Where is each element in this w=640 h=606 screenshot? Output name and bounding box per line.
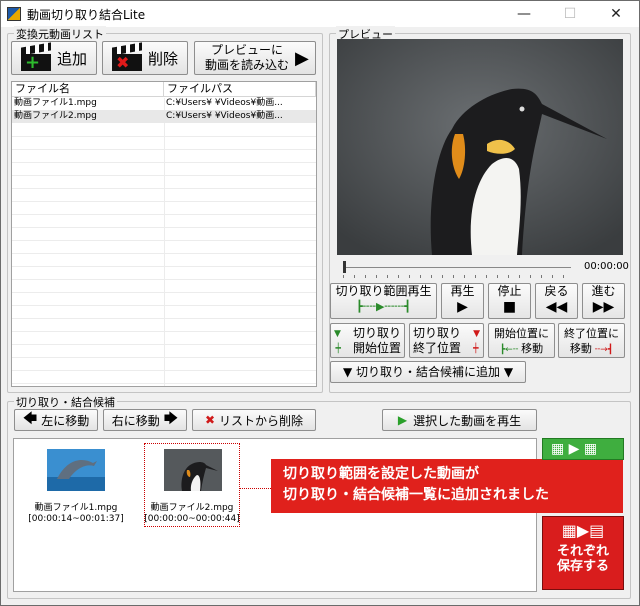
row-filename: 動画ファイル2.mpg bbox=[14, 111, 97, 121]
preview-video-frame bbox=[337, 39, 623, 255]
seek-slider[interactable] bbox=[343, 261, 571, 273]
list-item[interactable]: 動画ファイル2.mpg C:¥Users¥ ¥Videos¥動画... bbox=[12, 110, 316, 123]
stop-icon: ■ bbox=[502, 299, 517, 315]
add-label: 追加 bbox=[56, 49, 87, 68]
add-to-candidates-button[interactable]: ▼ 切り取り・結合候補に追加 ▼ bbox=[330, 361, 526, 383]
seek-thumb[interactable] bbox=[343, 261, 346, 273]
goto-start-icon: ┣←╌ bbox=[499, 345, 522, 355]
save-line2: 保存する bbox=[556, 559, 609, 574]
seek-ticks bbox=[343, 275, 571, 278]
film-icon: ▦ ▶ ▦ bbox=[551, 441, 598, 457]
play-range-label: 切り取り範囲再生 bbox=[335, 284, 432, 298]
delete-button[interactable]: ✖ 削除 bbox=[102, 41, 188, 75]
move-left-button[interactable]: 🡄 左に移動 bbox=[14, 409, 98, 431]
maximize-button[interactable]: ☐ bbox=[547, 1, 593, 27]
list-header: ファイル名 ファイルパス bbox=[12, 82, 316, 97]
row-filename: 動画ファイル1.mpg bbox=[14, 98, 97, 108]
row-filepath: C:¥Users¥ ¥Videos¥動画... bbox=[166, 111, 283, 121]
start-marker-icon: ▼ ┿ bbox=[334, 329, 341, 354]
arrow-left-icon: 🡄 bbox=[22, 411, 38, 427]
play-selected-button[interactable]: ▶ 選択した動画を再生 bbox=[382, 409, 537, 431]
minimize-button[interactable]: — bbox=[501, 1, 547, 27]
column-header-filename[interactable]: ファイル名 bbox=[12, 82, 164, 96]
close-button[interactable]: ✕ bbox=[593, 1, 639, 27]
play-icon: ▶ bbox=[457, 299, 468, 315]
column-header-filepath[interactable]: ファイルパス bbox=[164, 82, 316, 96]
goto-start-button[interactable]: 開始位置に ┣←╌ 移動 bbox=[488, 323, 555, 358]
title-bar: 動画切り取り結合Lite — ☐ ✕ bbox=[1, 1, 639, 27]
app-window: 動画切り取り結合Lite — ☐ ✕ 変換元動画リスト + 追加 ✖ 削除 プレ… bbox=[0, 0, 640, 606]
rewind-icon: ◀◀ bbox=[545, 299, 568, 315]
move-right-button[interactable]: 右に移動 🡆 bbox=[103, 409, 187, 431]
arrow-right-icon: ▶ bbox=[295, 47, 309, 69]
set-start-button[interactable]: ▼ ┿ 切り取り 開始位置 bbox=[330, 323, 405, 358]
save-each-button[interactable]: ▦▶▤ それぞれ 保存する bbox=[542, 516, 624, 590]
arrow-right-icon: 🡆 bbox=[163, 411, 179, 427]
down-arrow-icon: ▼ bbox=[342, 365, 356, 379]
back-button[interactable]: 戻る ◀◀ bbox=[535, 283, 578, 319]
list-item[interactable]: 動画ファイル1.mpg C:¥Users¥ ¥Videos¥動画... bbox=[12, 97, 316, 110]
load-preview-label: プレビューに 動画を読み込む bbox=[204, 43, 289, 72]
load-preview-button[interactable]: プレビューに 動画を読み込む ▶ bbox=[194, 41, 316, 75]
green-play-icon: ▶ bbox=[397, 413, 408, 427]
row-filepath: C:¥Users¥ ¥Videos¥動画... bbox=[166, 98, 283, 108]
clapper-add-icon: + bbox=[20, 42, 51, 72]
end-marker-icon: ▼ ┿ bbox=[473, 329, 480, 354]
candidate-item[interactable]: 動画ファイル2.mpg [00:00:00~00:00:44] bbox=[142, 503, 242, 525]
forward-label: 進む bbox=[591, 284, 616, 298]
candidate-item[interactable]: 動画ファイル1.mpg [00:00:14~00:01:37] bbox=[22, 503, 130, 525]
down-arrow-icon: ▼ bbox=[500, 365, 514, 379]
goto-end-icon: ╌→┫ bbox=[591, 345, 614, 355]
current-time: 00:00:00 bbox=[584, 261, 629, 272]
candidate-thumbnail-penguin[interactable] bbox=[164, 449, 222, 491]
source-file-list[interactable]: ファイル名 ファイルパス 動画ファイル1.mpg C:¥Users¥ ¥Vide… bbox=[11, 81, 317, 387]
fast-forward-icon: ▶▶ bbox=[592, 299, 615, 315]
goto-end-button[interactable]: 終了位置に 移動 ╌→┫ bbox=[558, 323, 625, 358]
film-split-icon: ▦▶▤ bbox=[561, 521, 605, 540]
set-end-button[interactable]: ▼ ┿ 切り取り 終了位置 bbox=[409, 323, 484, 358]
add-button[interactable]: + 追加 bbox=[11, 41, 97, 75]
remove-from-list-button[interactable]: ✖ リストから削除 bbox=[192, 409, 316, 431]
play-label: 再生 bbox=[450, 284, 475, 298]
range-play-icon: ┣╌╌▶╌╌╌┫ bbox=[356, 300, 411, 313]
join-save-button[interactable]: ▦ ▶ ▦ bbox=[542, 438, 624, 460]
forward-button[interactable]: 進む ▶▶ bbox=[582, 283, 625, 319]
source-list-label: 変換元動画リスト bbox=[14, 26, 106, 42]
candidate-thumbnail-dolphin[interactable] bbox=[47, 449, 105, 491]
save-line1: それぞれ bbox=[556, 544, 609, 559]
callout-connector bbox=[239, 488, 271, 489]
remove-x-icon: ✖ bbox=[204, 413, 216, 427]
app-icon bbox=[7, 7, 21, 21]
window-title: 動画切り取り結合Lite bbox=[27, 7, 146, 22]
play-range-button[interactable]: 切り取り範囲再生 ┣╌╌▶╌╌╌┫ bbox=[330, 283, 437, 319]
stop-label: 停止 bbox=[497, 284, 522, 298]
back-label: 戻る bbox=[544, 284, 569, 298]
clapper-delete-icon: ✖ bbox=[111, 42, 142, 71]
notice-callout: 切り取り範囲を設定した動画が 切り取り・結合候補一覧に追加されました bbox=[271, 459, 623, 513]
stop-button[interactable]: 停止 ■ bbox=[488, 283, 531, 319]
play-button[interactable]: 再生 ▶ bbox=[441, 283, 484, 319]
add-candidate-label: 切り取り・結合候補に追加 bbox=[355, 365, 500, 379]
delete-label: 削除 bbox=[147, 49, 178, 68]
